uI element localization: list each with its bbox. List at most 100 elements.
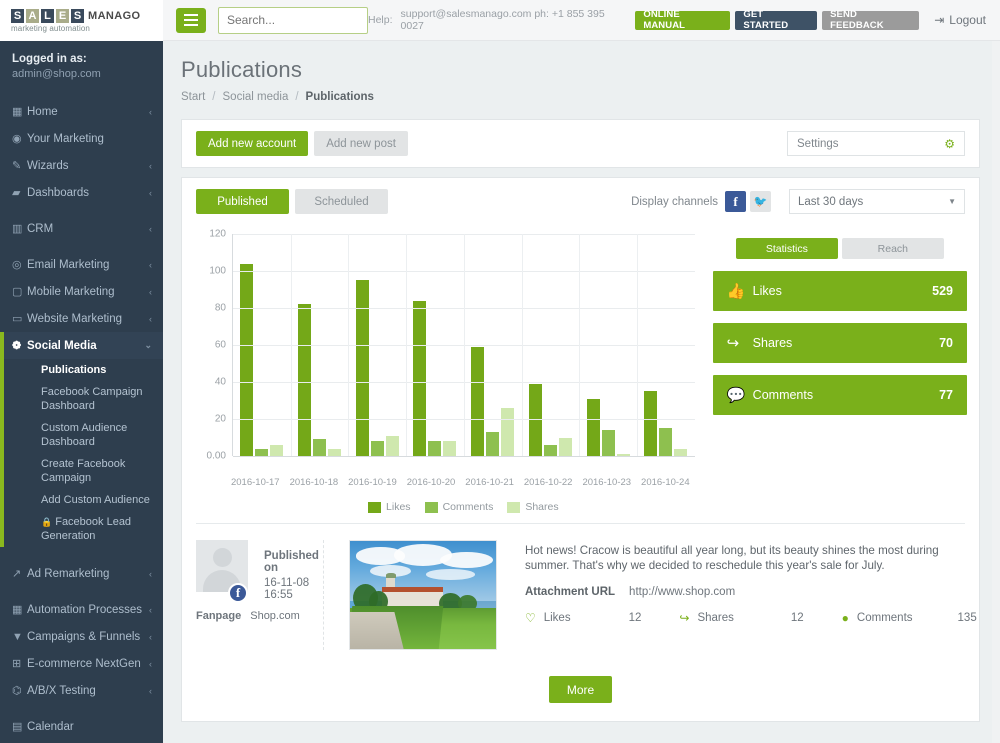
- bar-comments[interactable]: [255, 448, 269, 456]
- avatar-column: f Fanpage Shop.com: [196, 540, 300, 650]
- bar-likes[interactable]: [471, 346, 485, 456]
- more-button[interactable]: More: [548, 676, 613, 703]
- breadcrumb-start[interactable]: Start: [181, 91, 205, 103]
- sidebar-item-crm[interactable]: ▥ CRM ‹: [0, 215, 163, 242]
- bar-comments[interactable]: [313, 439, 327, 456]
- bar-comments[interactable]: [428, 441, 442, 456]
- post-thumbnail-image[interactable]: [348, 540, 497, 650]
- gear-icon: ⚙: [944, 136, 955, 151]
- breadcrumb-social-media[interactable]: Social media: [223, 91, 289, 103]
- sidebar-item-ecommerce-nextgen[interactable]: ⊞ E-commerce NextGen ‹: [0, 650, 163, 677]
- bar-likes[interactable]: [413, 300, 427, 456]
- group-separator: [579, 234, 581, 456]
- sidebar-subitem-facebook-campaign-dashboard[interactable]: Facebook Campaign Dashboard: [4, 381, 163, 417]
- stat-label: Likes: [752, 284, 782, 298]
- comment-bubble-icon: 💬: [726, 387, 746, 404]
- share-arrow-icon: ↪: [726, 335, 740, 352]
- bar-shares[interactable]: [328, 448, 342, 456]
- stat-row-shares[interactable]: ↪ Shares 70: [712, 323, 967, 363]
- bar-likes[interactable]: [586, 398, 600, 456]
- bar-comments[interactable]: [543, 444, 557, 456]
- bar-chart: 0.00 20 40 60 80 100 120: [198, 229, 701, 474]
- sidebar-item-social-media[interactable]: ❁ Social Media ⌄: [0, 332, 163, 359]
- bar-likes[interactable]: [240, 263, 254, 456]
- date-range-select[interactable]: Last 30 days ▼: [789, 189, 965, 214]
- bar-likes[interactable]: [298, 304, 312, 456]
- menu-toggle-button[interactable]: [176, 7, 206, 33]
- channel-facebook-toggle[interactable]: f: [725, 191, 746, 212]
- sidebar-item-wizards[interactable]: ✎ Wizards ‹: [0, 152, 163, 179]
- brand-logo[interactable]: S A L E S MANAGO marketing automation: [0, 0, 163, 41]
- sidebar-item-ad-remarketing[interactable]: ↗ Ad Remarketing ‹: [0, 560, 163, 587]
- logo-letter: S: [71, 8, 84, 23]
- y-axis: 0.00 20 40 60 80 100 120: [198, 229, 230, 462]
- logo-letter: E: [56, 8, 69, 23]
- bar-likes[interactable]: [355, 280, 369, 456]
- page-header: Publications Start / Social media / Publ…: [163, 41, 1000, 103]
- legend-item[interactable]: Likes: [368, 501, 411, 513]
- get-started-button[interactable]: GET STARTED: [735, 9, 818, 31]
- tab-published[interactable]: Published: [196, 189, 289, 214]
- send-feedback-button[interactable]: SEND FEEDBACK: [822, 9, 920, 31]
- logo-letter: A: [26, 8, 39, 23]
- stat-value: 70: [939, 336, 953, 350]
- sidebar-subitem-create-facebook-campaign[interactable]: Create Facebook Campaign: [4, 453, 163, 489]
- sidebar-item-calendar[interactable]: ▤ Calendar: [0, 713, 163, 740]
- attachment-url[interactable]: http://www.shop.com: [629, 586, 735, 598]
- sidebar-item-campaigns-and-funnels[interactable]: ▼ Campaigns & Funnels ‹: [0, 623, 163, 650]
- sidebar-nav-bottom: ↗ Ad Remarketing ‹ ▦ Automation Processe…: [0, 547, 163, 743]
- page-scrollbar[interactable]: [992, 41, 1000, 743]
- sidebar-item-automation-processes[interactable]: ▦ Automation Processes ‹: [0, 596, 163, 623]
- sidebar-nav-top: ▦ Home ‹ ◉ Your Marketing ✎ Wizards ‹ ▰ …: [0, 94, 163, 332]
- channel-twitter-toggle[interactable]: 🐦: [750, 191, 771, 212]
- bar-shares[interactable]: [501, 407, 515, 456]
- breadcrumb-separator: /: [295, 91, 299, 103]
- stat-row-likes[interactable]: 👍 Likes 529: [712, 271, 967, 311]
- legend-swatch: [368, 501, 382, 513]
- funnel-icon: ▼: [12, 630, 23, 643]
- bar-shares[interactable]: [443, 441, 457, 456]
- add-new-post-button[interactable]: Add new post: [314, 131, 408, 156]
- tab-scheduled[interactable]: Scheduled: [295, 189, 388, 214]
- logged-in-box: Logged in as: admin@shop.com: [0, 41, 163, 94]
- post-item: f Fanpage Shop.com Published on 16-11-08…: [182, 524, 979, 656]
- bar-comments[interactable]: [370, 441, 384, 456]
- logout-button[interactable]: ⇥ Logout: [934, 13, 986, 27]
- sidebar-subitem-add-custom-audience[interactable]: Add Custom Audience: [4, 489, 163, 511]
- sidebar-item-email-marketing[interactable]: ◎ Email Marketing ‹: [0, 251, 163, 278]
- stat-row-comments[interactable]: 💬 Comments 77: [712, 375, 967, 415]
- bar-comments[interactable]: [659, 428, 673, 456]
- sidebar-item-home[interactable]: ▦ Home ‹: [0, 98, 163, 125]
- post-stat-label: Shares: [697, 612, 734, 624]
- sidebar-subitem-facebook-lead-generation[interactable]: 🔒 Facebook Lead Generation: [4, 511, 163, 547]
- sidebar-subitem-label: Facebook Lead Generation: [41, 516, 132, 542]
- sidebar-subitem-publications[interactable]: Publications: [4, 359, 163, 381]
- legend-item[interactable]: Comments: [424, 501, 493, 513]
- bar-shares[interactable]: [385, 435, 399, 456]
- display-channels-label: Display channels: [631, 195, 718, 208]
- sidebar-item-website-marketing[interactable]: ▭ Website Marketing ‹: [0, 305, 163, 332]
- bar-shares[interactable]: [558, 437, 572, 456]
- x-axis-tick: 2016-10-17: [230, 477, 280, 488]
- tab-reach[interactable]: Reach: [841, 238, 944, 259]
- bar-shares[interactable]: [270, 444, 284, 456]
- settings-dropdown[interactable]: Settings ⚙: [787, 131, 965, 156]
- logo-letter: L: [41, 8, 54, 23]
- bar-comments[interactable]: [486, 431, 500, 456]
- legend-item[interactable]: Shares: [507, 501, 559, 513]
- bar-shares[interactable]: [674, 448, 688, 456]
- tab-statistics[interactable]: Statistics: [735, 238, 838, 259]
- sidebar-item-mobile-marketing[interactable]: ▢ Mobile Marketing ‹: [0, 278, 163, 305]
- search-input[interactable]: [218, 6, 368, 34]
- bar-likes[interactable]: [644, 391, 658, 456]
- online-manual-button[interactable]: ONLINE MANUAL: [635, 9, 731, 31]
- sidebar-subitem-custom-audience-dashboard[interactable]: Custom Audience Dashboard: [4, 417, 163, 453]
- bar-comments[interactable]: [601, 430, 615, 456]
- sidebar-item-abx-testing[interactable]: ⌬ A/B/X Testing ‹: [0, 677, 163, 704]
- chart-legend: Likes Comments Shares: [226, 501, 701, 513]
- x-axis-tick: 2016-10-24: [641, 477, 690, 488]
- add-new-account-button[interactable]: Add new account: [196, 131, 309, 156]
- sidebar-item-dashboards[interactable]: ▰ Dashboards ‹: [0, 179, 163, 206]
- y-axis-tick: 80: [214, 302, 226, 314]
- sidebar-item-your-marketing[interactable]: ◉ Your Marketing: [0, 125, 163, 152]
